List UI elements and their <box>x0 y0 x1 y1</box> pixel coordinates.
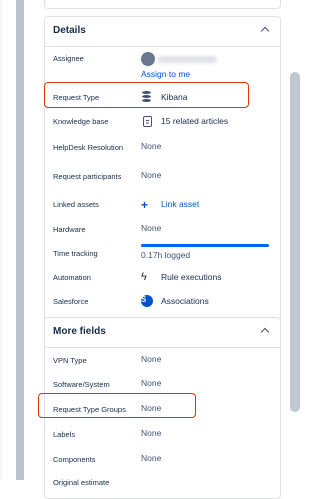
salesforce-label: Salesforce <box>53 297 89 306</box>
chevron-up-icon[interactable] <box>260 26 270 36</box>
vpn-type-label: VPN Type <box>53 356 87 365</box>
field-request-participants[interactable]: Request participants None <box>45 168 280 188</box>
hardware-value[interactable]: None <box>141 223 161 233</box>
more-fields-header[interactable]: More fields <box>45 318 280 348</box>
field-vpn-type[interactable]: VPN Type None <box>45 352 280 372</box>
helpdesk-resolution-value[interactable]: None <box>141 141 161 151</box>
knowledge-base-label: Knowledge base <box>53 117 109 126</box>
time-tracking-value: 0.17h logged <box>141 250 191 260</box>
details-panel: Details Assignee Assign to me Request Ty… <box>44 16 281 323</box>
knowledge-base-value[interactable]: 15 related articles <box>141 115 228 127</box>
associations-text: Associations <box>161 296 209 306</box>
request-participants-value[interactable]: None <box>141 170 161 180</box>
rule-executions-button[interactable]: ϟ Rule executions <box>141 271 221 283</box>
field-helpdesk-resolution[interactable]: HelpDesk Resolution None <box>45 139 280 159</box>
software-system-label: Software/System <box>53 380 110 389</box>
field-labels[interactable]: Labels None <box>45 426 280 446</box>
field-components[interactable]: Components None <box>45 451 280 471</box>
field-linked-assets[interactable]: Linked assets + Link asset <box>45 196 280 216</box>
vpn-type-value[interactable]: None <box>141 354 161 364</box>
field-request-type-groups[interactable]: Request Type Groups None <box>45 401 280 421</box>
request-type-label: Request Type <box>53 93 100 102</box>
field-request-type[interactable]: Request Type Kibana <box>45 89 280 109</box>
helpdesk-resolution-label: HelpDesk Resolution <box>53 143 124 152</box>
labels-label: Labels <box>53 430 76 439</box>
field-automation[interactable]: Automation ϟ Rule executions <box>45 269 280 289</box>
automation-label: Automation <box>53 273 91 282</box>
more-fields-panel: More fields VPN Type None Software/Syste… <box>44 317 281 499</box>
field-salesforce[interactable]: Salesforce S Associations <box>45 293 280 313</box>
assignee-label: Assignee <box>53 54 84 63</box>
rule-executions-text: Rule executions <box>161 272 222 282</box>
book-icon <box>141 115 153 127</box>
request-type-groups-value[interactable]: None <box>141 403 161 413</box>
field-hardware[interactable]: Hardware None <box>45 221 280 241</box>
details-header[interactable]: Details <box>45 17 280 47</box>
request-type-groups-label: Request Type Groups <box>53 405 126 414</box>
left-panel-scrollbar[interactable] <box>16 0 24 480</box>
request-type-value[interactable]: Kibana <box>141 91 187 103</box>
components-label: Components <box>53 455 96 464</box>
field-software-system[interactable]: Software/System None <box>45 376 280 396</box>
field-original-estimate[interactable]: Original estimate <box>45 474 280 494</box>
field-knowledge-base[interactable]: Knowledge base 15 related articles <box>45 113 280 133</box>
labels-value[interactable]: None <box>141 428 161 438</box>
time-tracking-label: Time tracking <box>53 249 98 258</box>
software-system-value[interactable]: None <box>141 378 161 388</box>
left-edge <box>0 0 2 480</box>
plus-icon: + <box>141 198 149 212</box>
hardware-label: Hardware <box>53 225 86 234</box>
previous-panel-bottom <box>44 0 281 9</box>
time-tracking-progress <box>141 244 269 247</box>
link-asset-button[interactable]: + Link asset <box>141 198 200 212</box>
request-type-text: Kibana <box>161 92 188 102</box>
assignee-name-redacted <box>157 56 217 63</box>
field-time-tracking[interactable]: Time tracking 0.17h logged <box>45 244 280 268</box>
salesforce-icon: S <box>141 295 153 307</box>
chevron-up-icon[interactable] <box>260 327 270 337</box>
associations-button[interactable]: S Associations <box>141 295 209 307</box>
linked-assets-label: Linked assets <box>53 200 99 209</box>
original-estimate-label: Original estimate <box>53 478 110 487</box>
avatar[interactable] <box>141 52 155 66</box>
request-participants-label: Request participants <box>53 172 122 181</box>
right-scrollbar-thumb[interactable] <box>290 72 300 412</box>
assign-to-me-link[interactable]: Assign to me <box>141 69 190 79</box>
time-tracking-progress-fill <box>141 244 269 247</box>
components-value[interactable]: None <box>141 453 161 463</box>
knowledge-base-text: 15 related articles <box>161 116 229 126</box>
link-asset-text: Link asset <box>161 199 200 209</box>
database-icon <box>141 91 153 103</box>
details-title: Details <box>53 25 86 36</box>
more-fields-title: More fields <box>53 326 106 337</box>
lightning-bolt-icon: ϟ <box>141 271 147 283</box>
field-assignee: Assignee Assign to me <box>45 50 280 84</box>
